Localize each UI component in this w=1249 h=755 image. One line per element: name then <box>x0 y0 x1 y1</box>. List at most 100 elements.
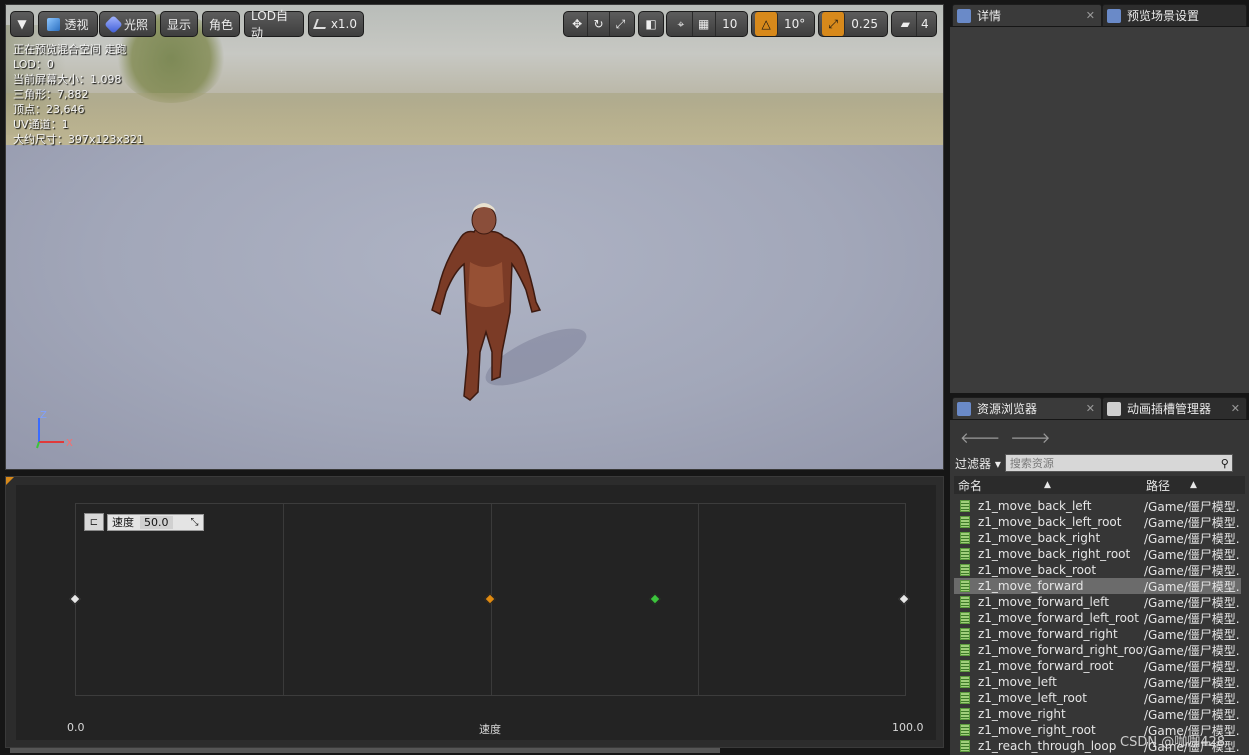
content-browser-body: 🡐 🡒 过滤器 ▾ 搜索资源 ⚲ 命名 ▲ 路径 ▲ z1_move_back_… <box>950 420 1249 755</box>
anim-sequence-icon <box>960 500 970 512</box>
grid-size-value[interactable]: 10 <box>716 12 744 36</box>
tab-anim-slot-manager[interactable]: 动画插槽管理器 ✕ <box>1102 397 1247 419</box>
rotate-icon[interactable]: ↻ <box>588 12 610 36</box>
zombie-character[interactable] <box>406 202 596 412</box>
asset-row[interactable]: z1_move_forward_left_root/Game/僵尸模型. <box>954 610 1241 626</box>
tab-details[interactable]: 详情 ✕ <box>952 4 1102 26</box>
perspective-button[interactable]: 透视 <box>38 11 98 37</box>
scale-snap-icon[interactable]: ⤢ <box>822 12 846 36</box>
asset-row[interactable]: z1_move_forward_right/Game/僵尸模型. <box>954 626 1241 642</box>
asset-name: z1_move_forward_left <box>978 595 1109 609</box>
asset-row[interactable]: z1_move_back_root/Game/僵尸模型. <box>954 562 1241 578</box>
anim-sequence-icon <box>960 740 970 752</box>
details-panel-body <box>950 27 1249 393</box>
blend-sample-point[interactable] <box>898 592 910 605</box>
asset-name: z1_move_back_left <box>978 499 1092 513</box>
light-icon <box>104 14 123 34</box>
search-input[interactable]: 搜索资源 ⚲ <box>1004 454 1233 472</box>
tab-content-browser[interactable]: 资源浏览器 ✕ <box>952 397 1102 419</box>
filter-row: 过滤器 ▾ 搜索资源 ⚲ <box>955 454 1233 472</box>
close-icon[interactable]: ✕ <box>1086 402 1095 415</box>
viewport-menu-button[interactable]: ▼ <box>10 11 34 37</box>
column-path[interactable]: 路径 <box>1146 477 1170 494</box>
axis-gizmo: Z X <box>36 410 73 449</box>
scale-snap-value[interactable]: 0.25 <box>845 12 884 36</box>
expand-icon[interactable]: ⤡ <box>179 517 199 528</box>
asset-row[interactable]: z1_move_back_left/Game/僵尸模型. <box>954 498 1241 514</box>
anim-sequence-icon <box>960 612 970 624</box>
blend-space-graph[interactable]: ⊏ 速度 50.0 ⤡ 0.0 速度 100.0 <box>16 485 936 740</box>
back-arrow-icon[interactable]: 🡐 <box>960 428 1000 447</box>
stat-vertices: 顶点：23,646 <box>13 103 85 116</box>
x-axis-min: 0.0 <box>67 721 85 734</box>
asset-path: /Game/僵尸模型. <box>1144 691 1240 706</box>
asset-path: /Game/僵尸模型. <box>1144 579 1240 594</box>
asset-path: /Game/僵尸模型. <box>1144 515 1240 530</box>
rotation-snap-value[interactable]: 10° <box>778 12 811 36</box>
viewport[interactable]: ▼ 透视 光照 显示 角色 LOD自动 x1.0 ✥ ↻ ⤢ ◧ ⌖ ▦ 10 … <box>5 4 944 470</box>
scale-icon[interactable]: ⤢ <box>610 12 631 36</box>
rotation-snap-icon[interactable]: △ <box>755 12 779 36</box>
blend-grid[interactable] <box>69 503 910 696</box>
surface-snap-icon[interactable]: ⌖ <box>670 12 693 36</box>
horizontal-scrollbar[interactable] <box>10 748 720 753</box>
tab-preview-scene-settings[interactable]: 预览场景设置 <box>1102 4 1247 26</box>
history-nav: 🡐 🡒 <box>960 428 1050 447</box>
move-icon[interactable]: ✥ <box>567 12 589 36</box>
grid-snap-group[interactable]: ⌖ ▦ 10 <box>666 11 748 37</box>
asset-column-header: 命名 ▲ 路径 ▲ <box>954 476 1245 494</box>
asset-row[interactable]: z1_move_forward/Game/僵尸模型. <box>954 578 1241 594</box>
blend-sample-point[interactable] <box>649 592 661 605</box>
scale-snap-group[interactable]: ⤢ 0.25 <box>818 11 888 37</box>
asset-row[interactable]: z1_move_back_right/Game/僵尸模型. <box>954 530 1241 546</box>
stat-screen-size: 当前屏幕大小：1.098 <box>13 73 122 86</box>
close-icon[interactable]: ✕ <box>1231 402 1240 415</box>
asset-path: /Game/僵尸模型. <box>1144 531 1240 546</box>
filter-button[interactable]: 过滤器 ▾ <box>955 455 1001 472</box>
character-button[interactable]: 角色 <box>202 11 240 37</box>
stat-preview-label: 正在预览混合空间 走跑 <box>13 43 127 56</box>
show-button[interactable]: 显示 <box>160 11 198 37</box>
asset-row[interactable]: z1_move_forward_left/Game/僵尸模型. <box>954 594 1241 610</box>
asset-path: /Game/僵尸模型. <box>1144 643 1240 658</box>
blend-sample-point[interactable] <box>483 592 496 605</box>
camera-speed-group[interactable]: ▰ 4 <box>891 11 937 37</box>
asset-row[interactable]: z1_move_forward_root/Game/僵尸模型. <box>954 658 1241 674</box>
asset-name: z1_move_back_right <box>978 531 1101 545</box>
anim-sequence-icon <box>960 724 970 736</box>
anim-sequence-icon <box>960 548 970 560</box>
tag-icon[interactable]: ⊏ <box>84 513 104 531</box>
transform-tools[interactable]: ✥ ↻ ⤢ <box>563 11 635 37</box>
panel-corner-marker <box>6 477 14 485</box>
asset-row[interactable]: z1_move_back_right_root/Game/僵尸模型. <box>954 546 1241 562</box>
rotation-snap-group[interactable]: △ 10° <box>751 11 815 37</box>
cube-icon <box>47 17 61 31</box>
asset-row[interactable]: z1_move_left/Game/僵尸模型. <box>954 674 1241 690</box>
asset-path: /Game/僵尸模型. <box>1144 627 1240 642</box>
parameter-value[interactable]: 50.0 <box>140 515 173 529</box>
asset-row[interactable]: z1_move_right/Game/僵尸模型. <box>954 706 1241 722</box>
anim-sequence-icon <box>960 532 970 544</box>
parameter-preview[interactable]: ⊏ 速度 50.0 ⤡ <box>84 513 204 531</box>
lighting-button[interactable]: 光照 <box>99 11 156 37</box>
world-local-toggle[interactable]: ◧ <box>638 11 664 37</box>
parameter-field[interactable]: 速度 50.0 ⤡ <box>107 513 204 531</box>
cube-outline-icon: ◧ <box>645 17 657 31</box>
anim-sequence-icon <box>960 708 970 720</box>
asset-row[interactable]: z1_move_forward_right_root/Game/僵尸模型. <box>954 642 1241 658</box>
stat-lod: LOD：0 <box>13 58 54 71</box>
camera-icon[interactable]: ▰ <box>895 12 917 36</box>
asset-row[interactable]: z1_move_back_left_root/Game/僵尸模型. <box>954 514 1241 530</box>
grid-line <box>283 504 285 695</box>
playback-speed-button[interactable]: x1.0 <box>308 11 364 37</box>
grid-icon[interactable]: ▦ <box>693 12 716 36</box>
forward-arrow-icon[interactable]: 🡒 <box>1010 428 1050 447</box>
anim-sequence-icon <box>960 564 970 576</box>
close-icon[interactable]: ✕ <box>1086 9 1095 22</box>
column-name[interactable]: 命名 <box>958 477 982 494</box>
lod-button[interactable]: LOD自动 <box>244 9 304 40</box>
asset-row[interactable]: z1_move_left_root/Game/僵尸模型. <box>954 690 1241 706</box>
asset-name: z1_move_back_root <box>978 563 1097 577</box>
blend-sample-point[interactable] <box>69 592 81 605</box>
camera-speed-value[interactable]: 4 <box>917 12 933 36</box>
